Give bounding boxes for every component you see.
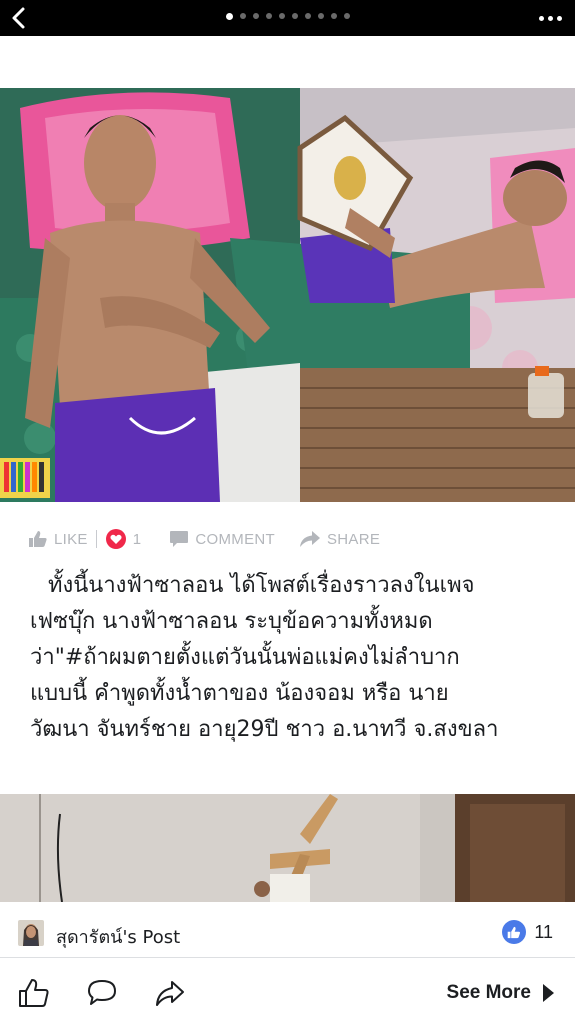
post-source-row[interactable]: สุดารัตน์'s Post 11: [0, 908, 575, 958]
like-reaction-icon: [502, 920, 527, 944]
page-indicator: [0, 12, 575, 20]
page-dot: [252, 13, 259, 19]
post-caption: ทั้งนี้นางฟ้าซาลอน ได้โพสต์เรื่องราวลงใน…: [30, 568, 550, 748]
comment-button[interactable]: [86, 978, 118, 1008]
like-count: 11: [534, 921, 553, 942]
comment-outline-icon: [88, 980, 116, 1005]
page-dot: [239, 13, 246, 19]
page-dot-active: [225, 12, 233, 20]
like-count-summary[interactable]: 11: [502, 920, 553, 944]
action-divider: [95, 530, 97, 548]
photo-collage-image: [0, 88, 575, 502]
caption-line: ว่า"#ถ้าผมตายตั้งแต่วันนั้นพ่อแม่คงไม่ลำ…: [30, 645, 460, 670]
play-arrow-icon: [543, 984, 554, 1002]
post-photo[interactable]: [0, 88, 575, 502]
share-icon: [299, 531, 320, 547]
like-button[interactable]: [18, 978, 50, 1008]
thumbs-up-outline-icon: [19, 979, 49, 1007]
post-photo-2[interactable]: [0, 794, 575, 902]
thumbs-up-icon: [29, 531, 47, 547]
more-options-button[interactable]: [539, 10, 565, 26]
easel-photo-image: [0, 794, 575, 902]
see-more-button[interactable]: See More: [447, 982, 555, 1004]
love-reaction[interactable]: 1: [105, 528, 142, 550]
caption-line: วัฒนา จันทร์ชาย อายุ29ปี ชาว อ.นาทวี จ.ส…: [30, 717, 499, 742]
page-dot: [343, 13, 350, 19]
caption-line: เฟซบุ๊ก นางฟ้าซาลอน ระบุข้อความทั้งหมด: [30, 609, 433, 634]
page-dot: [304, 13, 311, 19]
post-author-label[interactable]: สุดารัตน์'s Post: [56, 922, 180, 951]
caption-line: แบบนี้ คำพูดทั้งน้ำตาของ น้องจอม หรือ นา…: [30, 681, 449, 706]
page-dot: [291, 13, 298, 19]
post-actions: LIKE 1 COMMENT SHARE: [28, 526, 380, 552]
like-label: LIKE: [54, 530, 88, 548]
avatar[interactable]: [18, 920, 44, 946]
see-more-label: See More: [446, 982, 531, 1003]
page-dot: [278, 13, 285, 19]
love-count: 1: [132, 530, 142, 548]
comment-action[interactable]: COMMENT: [169, 530, 275, 548]
comment-label: COMMENT: [195, 530, 275, 548]
love-reaction-icon: [105, 529, 126, 549]
share-button[interactable]: [154, 978, 186, 1008]
more-horizontal-icon: [539, 15, 544, 21]
share-label: SHARE: [326, 530, 381, 548]
like-action[interactable]: LIKE: [28, 530, 88, 548]
comment-icon: [170, 531, 189, 547]
top-bar: [0, 0, 575, 36]
share-action[interactable]: SHARE: [299, 530, 380, 548]
page-dot: [265, 13, 272, 19]
caption-line: ทั้งนี้นางฟ้าซาลอน ได้โพสต์เรื่องราวลงใน…: [48, 573, 475, 598]
share-outline-icon: [156, 981, 184, 1006]
page-dot: [317, 13, 324, 19]
bottom-action-bar: See More: [0, 960, 575, 1024]
page-dot: [330, 13, 337, 19]
avatar-image: [18, 920, 44, 946]
